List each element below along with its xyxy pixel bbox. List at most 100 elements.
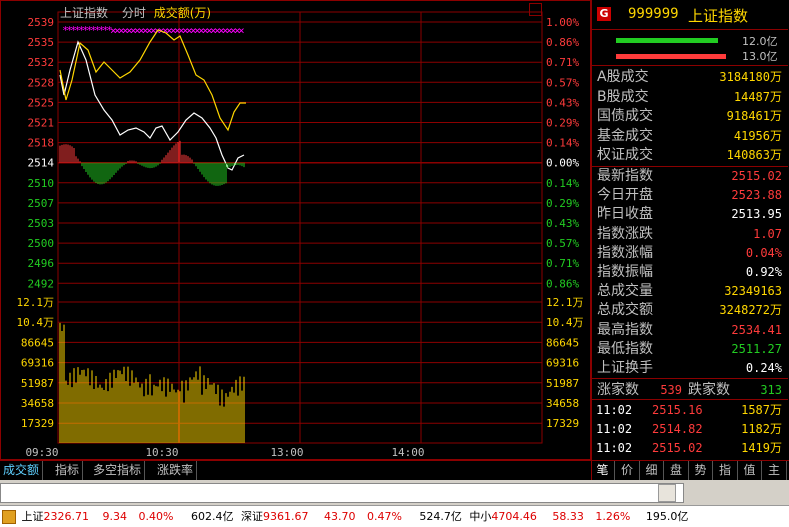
status-input[interactable] (0, 483, 684, 503)
tab-2[interactable]: 多空指标 (90, 461, 146, 480)
sz-pct: 0.47% (366, 510, 402, 523)
close-icon[interactable] (529, 3, 542, 16)
price-tick-label: 2528 (28, 76, 55, 89)
panel-tab-7[interactable]: 主 (763, 461, 787, 480)
pct-tick-label: 0.14% (546, 137, 579, 150)
indicator-tabs: 成交额 指标 多空指标 涨跌率 (0, 460, 591, 481)
sz-chg: 43.70 (323, 510, 356, 523)
panel-tab-4[interactable]: 势 (689, 461, 713, 480)
volume-tick-label: 34658 (21, 397, 54, 410)
volume-tick-label: 12.1万 (17, 296, 55, 309)
volume-tick-label: 86645 (21, 336, 54, 349)
tab-3[interactable]: 涨跌率 (154, 461, 198, 480)
pct-tick-label: 0.71% (546, 257, 579, 270)
zx-amt: 195.0亿 (645, 510, 689, 523)
panel-tab-0[interactable]: 笔 (591, 461, 615, 480)
average-line (59, 29, 246, 132)
price-tick-label: 2496 (28, 257, 55, 270)
stat-row-value: 3248272万 (719, 303, 782, 318)
stat-row-value: 2513.95 (731, 207, 782, 222)
turnover-row-label: B股成交 (597, 88, 649, 105)
zx-value: 4704.46 (491, 510, 537, 523)
panel-tab-1[interactable]: 价 (616, 461, 640, 480)
stat-row-value: 2515.02 (731, 169, 782, 183)
g-badge[interactable]: G (597, 7, 611, 21)
tick-time: 11:02 (596, 422, 633, 436)
stat-row-label: 总成交量 (597, 283, 653, 300)
turnover-row-label: A股成交 (597, 69, 649, 85)
turnover-row-value: 140863万 (726, 148, 782, 163)
zx-label: 中小 (469, 510, 492, 523)
price-tick-label: 2500 (28, 237, 55, 250)
stat-row: 上证换手 0.24% (592, 359, 788, 378)
ticker-icon[interactable] (2, 510, 16, 524)
tab-1[interactable]: 指标 (52, 461, 84, 480)
stat-row: 最低指数 2511.27 (592, 340, 788, 359)
stat-row-label: 最新指数 (597, 168, 653, 184)
panel-tab-5[interactable]: 指 (714, 461, 738, 480)
stat-row-value: 1.07 (753, 226, 782, 241)
volume-tick-label: 69316 (21, 357, 54, 370)
tick-price: 2515.16 (652, 403, 703, 417)
stat-row-label: 总成交额 (597, 302, 653, 319)
pct-tick-label: 0.57% (546, 76, 579, 89)
price-tick-label: 2518 (28, 137, 55, 150)
buy-sell-marker: × (238, 24, 245, 37)
intraday-chart[interactable]: 2539 1.00% 2535 0.86% 2532 0.71% 2528 0.57% 2525… (0, 0, 591, 460)
turnover-row: 国债成交 918461万 (592, 107, 788, 126)
time-tick-label: 13:00 (270, 446, 303, 459)
turnover-row-value: 3184180万 (719, 70, 782, 84)
stat-row: 总成交额 3248272万 (592, 301, 788, 320)
panel-tab-3[interactable]: 盘 (665, 461, 689, 480)
pct-tick-label: 0.43% (546, 96, 579, 109)
pct-tick-label: 0.14% (546, 177, 579, 190)
tick-vol: 1182万 (741, 422, 782, 436)
stat-row-value: 0.24% (745, 361, 782, 375)
chart-mode[interactable]: 分时 (122, 6, 146, 20)
stat-row: 指数涨跌 1.07 (592, 225, 788, 244)
up-count: 539 (660, 383, 682, 397)
stat-row: 指数涨幅 0.04% (592, 244, 788, 263)
stat-row: 昨日收盘 2513.95 (592, 205, 788, 224)
pct-tick-label: 0.57% (546, 237, 579, 250)
volume-tick-label-right: 12.1万 (546, 296, 584, 309)
stat-row-value: 0.04% (745, 245, 782, 260)
price-tick-label: 2539 (28, 16, 55, 29)
stat-row: 今日开盘 2523.88 (592, 186, 788, 205)
breadth-row: 涨家数 539 跌家数 313 (592, 381, 788, 400)
pct-tick-label: 0.29% (546, 117, 579, 130)
up-label: 涨家数 (597, 382, 639, 398)
panel-tab-6[interactable]: 值 (738, 461, 762, 480)
pct-tick-label: 0.43% (546, 217, 579, 230)
stat-row-label: 指数涨跌 (597, 225, 653, 242)
pct-tick-label: 0.00% (546, 157, 579, 170)
scroll-button[interactable] (658, 484, 676, 502)
turnover-row-label: 国债成交 (597, 108, 653, 125)
turnover-row: 权证成交 140863万 (592, 146, 788, 165)
bar2-value: 13.0亿 (742, 50, 778, 63)
sh-value: 2326.71 (43, 510, 90, 523)
turnover-row-label: 权证成交 (597, 147, 653, 164)
price-tick-label: 2535 (28, 36, 55, 49)
pct-tick-label: 1.00% (546, 16, 579, 29)
volume-tick-label-right: 69316 (546, 357, 579, 370)
tab-0[interactable]: 成交额 (0, 461, 44, 480)
stat-row-label: 今日开盘 (597, 187, 653, 204)
price-tick-label: 2507 (28, 197, 55, 210)
sz-amt: 524.7亿 (419, 510, 462, 523)
stat-row-label: 指数振幅 (597, 264, 653, 280)
tick-row: 11:02 2515.16 1587万 (592, 401, 788, 420)
volume-tick-label: 17329 (21, 417, 54, 430)
tick-price: 2515.02 (652, 441, 703, 455)
tick-vol: 1419万 (741, 441, 782, 455)
volume-tick-label: 51987 (21, 377, 54, 390)
tick-price: 2514.82 (652, 422, 703, 436)
market-ticker: 上证2326.71 9.34 0.40% 602.4亿 深证9361.67 43… (0, 505, 789, 527)
turnover-row-value: 41956万 (733, 128, 782, 143)
pct-tick-label: 0.86% (546, 36, 579, 49)
time-tick-label: 09:30 (25, 446, 58, 459)
panel-tab-2[interactable]: 细 (640, 461, 664, 480)
price-tick-label: 2514 (28, 157, 55, 170)
sz-value: 9361.67 (262, 510, 309, 523)
tick-time: 11:02 (596, 441, 633, 455)
